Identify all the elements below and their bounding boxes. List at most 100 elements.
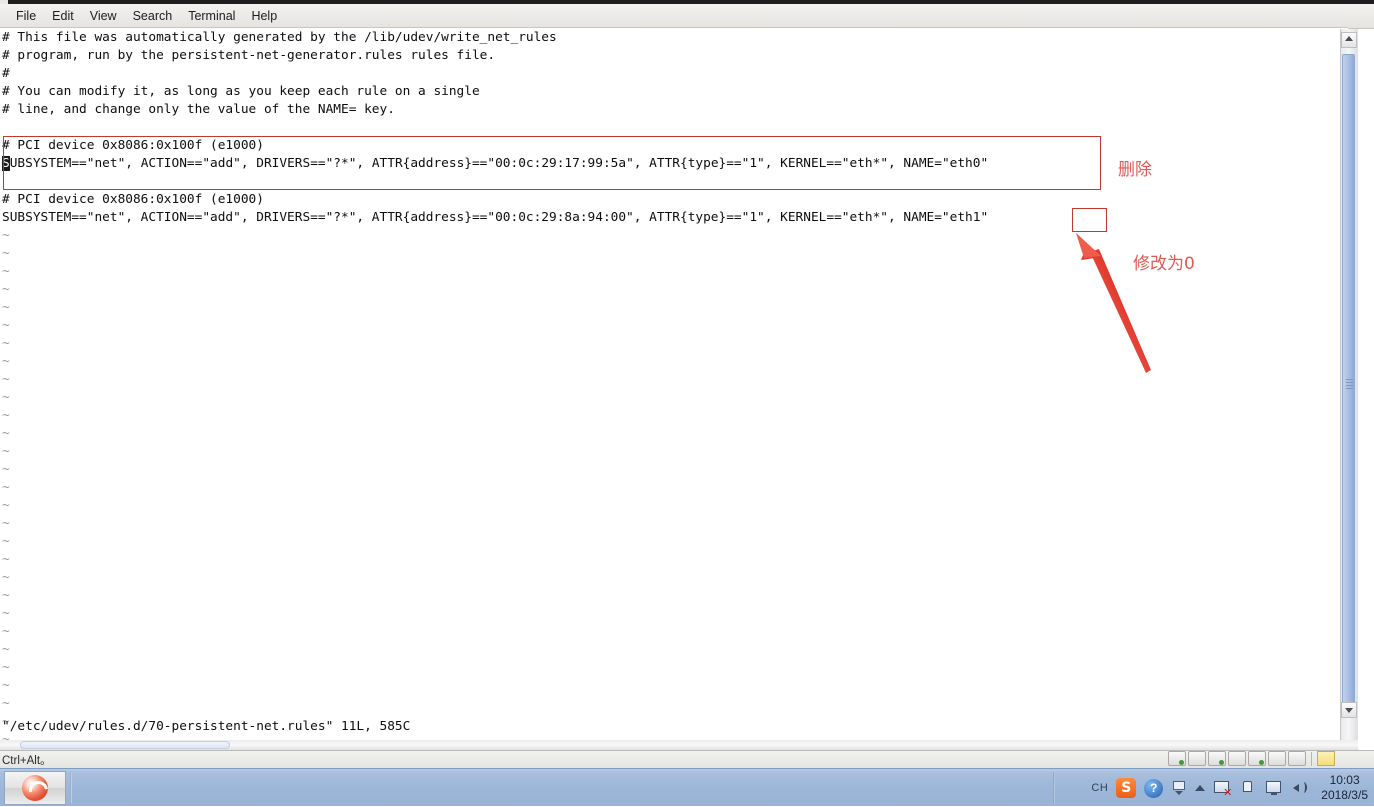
keyboard-arrow (1175, 791, 1184, 795)
note-icon[interactable] (1317, 751, 1335, 766)
vim-empty-line-marker: ~ (2, 606, 10, 621)
sound-wave-shape (1300, 782, 1308, 793)
terminal-line: # This file was automatically generated … (2, 30, 557, 45)
chevron-down-icon (1345, 708, 1353, 713)
display-resolution-icon[interactable] (1265, 780, 1283, 796)
printer-icon[interactable] (1228, 751, 1246, 766)
vim-empty-line-marker: ~ (2, 228, 10, 243)
terminal-line: # PCI device 0x8086:0x100f (e1000) (2, 138, 264, 153)
vim-empty-line-marker: ~ (2, 372, 10, 387)
menu-item-terminal[interactable]: Terminal (180, 6, 243, 26)
vim-buffer: # This file was automatically generated … (0, 29, 988, 740)
vim-empty-line-marker: ~ (2, 588, 10, 603)
vim-empty-line-marker: ~ (2, 678, 10, 693)
vim-empty-line-marker: ~ (2, 300, 10, 315)
terminal-line: # PCI device 0x8086:0x100f (e1000) (2, 192, 264, 207)
vim-empty-line-marker: ~ (2, 282, 10, 297)
ime-label: CH (1091, 782, 1109, 794)
menu-bar: File Edit View Search Terminal Help (0, 4, 1348, 28)
help-icon[interactable]: ? (1144, 778, 1164, 798)
taskbar-divider (70, 773, 72, 803)
menu-item-search[interactable]: Search (125, 6, 181, 26)
tray-divider (1053, 772, 1055, 804)
terminal-line: # You can modify it, as long as you keep… (2, 84, 480, 99)
chevron-up-icon (1345, 36, 1353, 41)
vmware-hint-text: Ctrl+Alt。 (2, 755, 52, 767)
speaker-shape (1293, 784, 1300, 792)
text-cursor: S (2, 156, 10, 171)
chevron-up-icon (1195, 785, 1206, 791)
vim-empty-line-marker: ~ (2, 354, 10, 369)
sound-icon[interactable] (1248, 751, 1266, 766)
clock-date: 2018/3/5 (1321, 788, 1368, 802)
ime-indicator[interactable]: CH (1091, 782, 1108, 794)
scrollbar-grip-icon (1346, 379, 1353, 389)
terminal-line: # (2, 66, 10, 81)
vim-empty-line-marker: ~ (2, 480, 10, 495)
menu-item-help[interactable]: Help (243, 6, 285, 26)
vim-empty-line-marker: ~ (2, 498, 10, 513)
vim-empty-line-marker: ~ (2, 444, 10, 459)
vim-empty-line-marker: ~ (2, 318, 10, 333)
vmware-device-tray[interactable] (1168, 751, 1335, 766)
menu-item-edit[interactable]: Edit (44, 6, 82, 26)
error-x-icon: ✕ (1223, 786, 1233, 799)
terminal-line: SUBSYSTEM=="net", ACTION=="add", DRIVERS… (2, 210, 989, 225)
monitor-stand (1271, 792, 1278, 795)
vim-empty-line-marker: ~ (2, 570, 10, 585)
vim-empty-line-marker: ~ (2, 462, 10, 477)
scroll-down-button[interactable] (1341, 702, 1357, 718)
terminal-line: SUBSYSTEM=="net", ACTION=="add", DRIVERS… (2, 156, 989, 171)
status-dot (1179, 760, 1184, 765)
vim-empty-line-marker: ~ (2, 534, 10, 549)
keyboard-icon[interactable] (1171, 781, 1187, 795)
usb-plug-shape (1243, 781, 1253, 792)
vim-empty-line-marker: ~ (2, 408, 10, 423)
terminal-content[interactable]: # This file was automatically generated … (0, 29, 1340, 740)
terminal-line: # program, run by the persistent-net-gen… (2, 48, 496, 63)
tray-separator (1311, 751, 1312, 766)
vim-empty-line-marker: ~ (2, 246, 10, 261)
clock[interactable]: 10:03 2018/3/5 (1321, 773, 1368, 803)
network-adapter-icon[interactable] (1208, 751, 1226, 766)
status-dot (1259, 760, 1264, 765)
sogou-logo-label: S (1116, 778, 1137, 798)
keyboard-body (1173, 781, 1186, 790)
help-label: ? (1144, 778, 1164, 798)
system-tray: CH S ? ✕ 10:03 2018/3/5 (1087, 769, 1374, 807)
cd-drive-icon[interactable] (1188, 751, 1206, 766)
vim-empty-line-marker: ~ (2, 642, 10, 657)
sogou-ime-icon[interactable]: S (1116, 778, 1137, 798)
terminal-line: # line, and change only the value of the… (2, 102, 395, 117)
vim-empty-line-marker: ~ (2, 660, 10, 675)
vim-empty-line-marker: ~ (2, 696, 10, 711)
scroll-up-button[interactable] (1341, 32, 1357, 48)
vim-empty-line-marker: ~ (2, 624, 10, 639)
hard-disk-icon[interactable] (1168, 751, 1186, 766)
horizontal-scrollbar-thumb[interactable] (20, 741, 230, 749)
clock-time: 10:03 (1329, 773, 1360, 787)
annotation-delete-label: 删除 (1118, 160, 1152, 180)
menu-item-view[interactable]: View (82, 6, 125, 26)
vim-empty-line-marker: ~ (2, 390, 10, 405)
status-dot (1219, 760, 1224, 765)
vertical-scrollbar-thumb[interactable] (1342, 54, 1355, 714)
usb-device-icon[interactable] (1268, 751, 1286, 766)
vim-empty-line-marker: ~ (2, 264, 10, 279)
vim-status-line: "/etc/udev/rules.d/70-persistent-net.rul… (2, 719, 411, 734)
vim-empty-line-marker: ~ (2, 552, 10, 567)
vim-empty-line-marker: ~ (2, 426, 10, 441)
start-logo-icon (22, 775, 48, 801)
annotation-change-label: 修改为0 (1133, 254, 1195, 274)
display-icon[interactable] (1288, 751, 1306, 766)
network-disconnected-icon[interactable]: ✕ (1213, 780, 1233, 799)
usb-safely-remove-icon[interactable] (1239, 780, 1257, 796)
menu-bar-right-cap (1348, 4, 1374, 29)
show-hidden-icons-icon[interactable] (1195, 785, 1206, 791)
vim-empty-line-marker: ~ (2, 516, 10, 531)
volume-icon[interactable] (1291, 780, 1309, 796)
menu-item-file[interactable]: File (8, 6, 44, 26)
start-button[interactable] (4, 771, 66, 805)
